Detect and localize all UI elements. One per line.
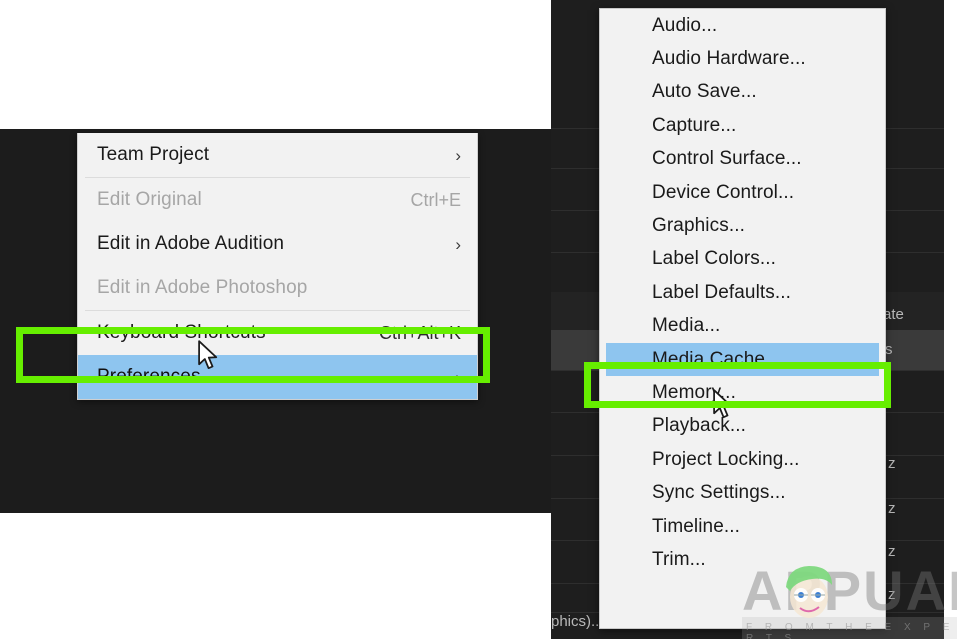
submenu-item-label: Audio... <box>652 15 717 37</box>
submenu-item-label: Auto Save... <box>652 81 757 103</box>
right-white-margin <box>944 0 957 639</box>
submenu-item-media[interactable]: Media... <box>600 310 885 343</box>
submenu-item-label: Trim... <box>652 549 706 571</box>
background-text-fragment: z <box>888 500 896 517</box>
menu-item-team-project[interactable]: Team Project › <box>78 133 477 177</box>
submenu-item-timeline[interactable]: Timeline... <box>600 510 885 543</box>
submenu-item-auto-save[interactable]: Auto Save... <box>600 76 885 109</box>
submenu-item-playback[interactable]: Playback... <box>600 410 885 443</box>
chevron-right-icon: › <box>455 147 465 164</box>
preferences-submenu[interactable]: Audio... Audio Hardware... Auto Save... Cap… <box>599 8 886 629</box>
submenu-item-label: Media... <box>652 315 720 337</box>
submenu-item-capture[interactable]: Capture... <box>600 109 885 142</box>
submenu-item-label: Graphics... <box>652 215 745 237</box>
submenu-item-label: Sync Settings... <box>652 482 786 504</box>
submenu-item-label: Project Locking... <box>652 449 800 471</box>
submenu-item-label-defaults[interactable]: Label Defaults... <box>600 276 885 309</box>
menu-item-label: Edit in Adobe Photoshop <box>85 277 307 299</box>
left-screenshot-region: Team Project › Edit Original Ctrl+E Edit in … <box>0 0 551 639</box>
background-text-fragment: z <box>888 455 896 472</box>
background-text-fragment: z <box>888 586 896 603</box>
menu-item-edit-in-adobe-photoshop: Edit in Adobe Photoshop <box>78 266 477 310</box>
menu-item-label: Edit Original <box>85 189 202 211</box>
submenu-item-label: Control Surface... <box>652 148 802 170</box>
menu-item-edit-original: Edit Original Ctrl+E <box>78 178 477 222</box>
background-text-fragment: ate <box>883 306 904 323</box>
chevron-right-icon: › <box>455 236 465 253</box>
menu-item-shortcut: Ctrl+E <box>410 190 465 211</box>
media-cache-highlight-box <box>584 362 891 408</box>
submenu-item-project-locking[interactable]: Project Locking... <box>600 443 885 476</box>
submenu-item-graphics[interactable]: Graphics... <box>600 209 885 242</box>
submenu-item-label: Timeline... <box>652 516 740 538</box>
screenshot-stage: Team Project › Edit Original Ctrl+E Edit in … <box>0 0 957 639</box>
submenu-item-device-control[interactable]: Device Control... <box>600 176 885 209</box>
menu-item-label: Edit in Adobe Audition <box>85 233 284 255</box>
background-text-fragment: z <box>888 543 896 560</box>
submenu-item-control-surface[interactable]: Control Surface... <box>600 143 885 176</box>
submenu-item-sync-settings[interactable]: Sync Settings... <box>600 476 885 509</box>
submenu-item-audio-hardware[interactable]: Audio Hardware... <box>600 42 885 75</box>
submenu-item-label: Label Colors... <box>652 248 776 270</box>
menu-item-label: Team Project <box>85 144 209 166</box>
preferences-highlight-box <box>16 327 490 383</box>
submenu-item-label: Audio Hardware... <box>652 48 806 70</box>
submenu-item-label: Capture... <box>652 115 736 137</box>
menu-item-edit-in-adobe-audition[interactable]: Edit in Adobe Audition › <box>78 222 477 266</box>
submenu-item-trim[interactable]: Trim... <box>600 543 885 576</box>
background-text-fragment: s <box>885 341 893 358</box>
submenu-item-label: Label Defaults... <box>652 282 791 304</box>
submenu-item-audio[interactable]: Audio... <box>600 9 885 42</box>
submenu-item-label-colors[interactable]: Label Colors... <box>600 243 885 276</box>
submenu-item-label: Device Control... <box>652 182 794 204</box>
